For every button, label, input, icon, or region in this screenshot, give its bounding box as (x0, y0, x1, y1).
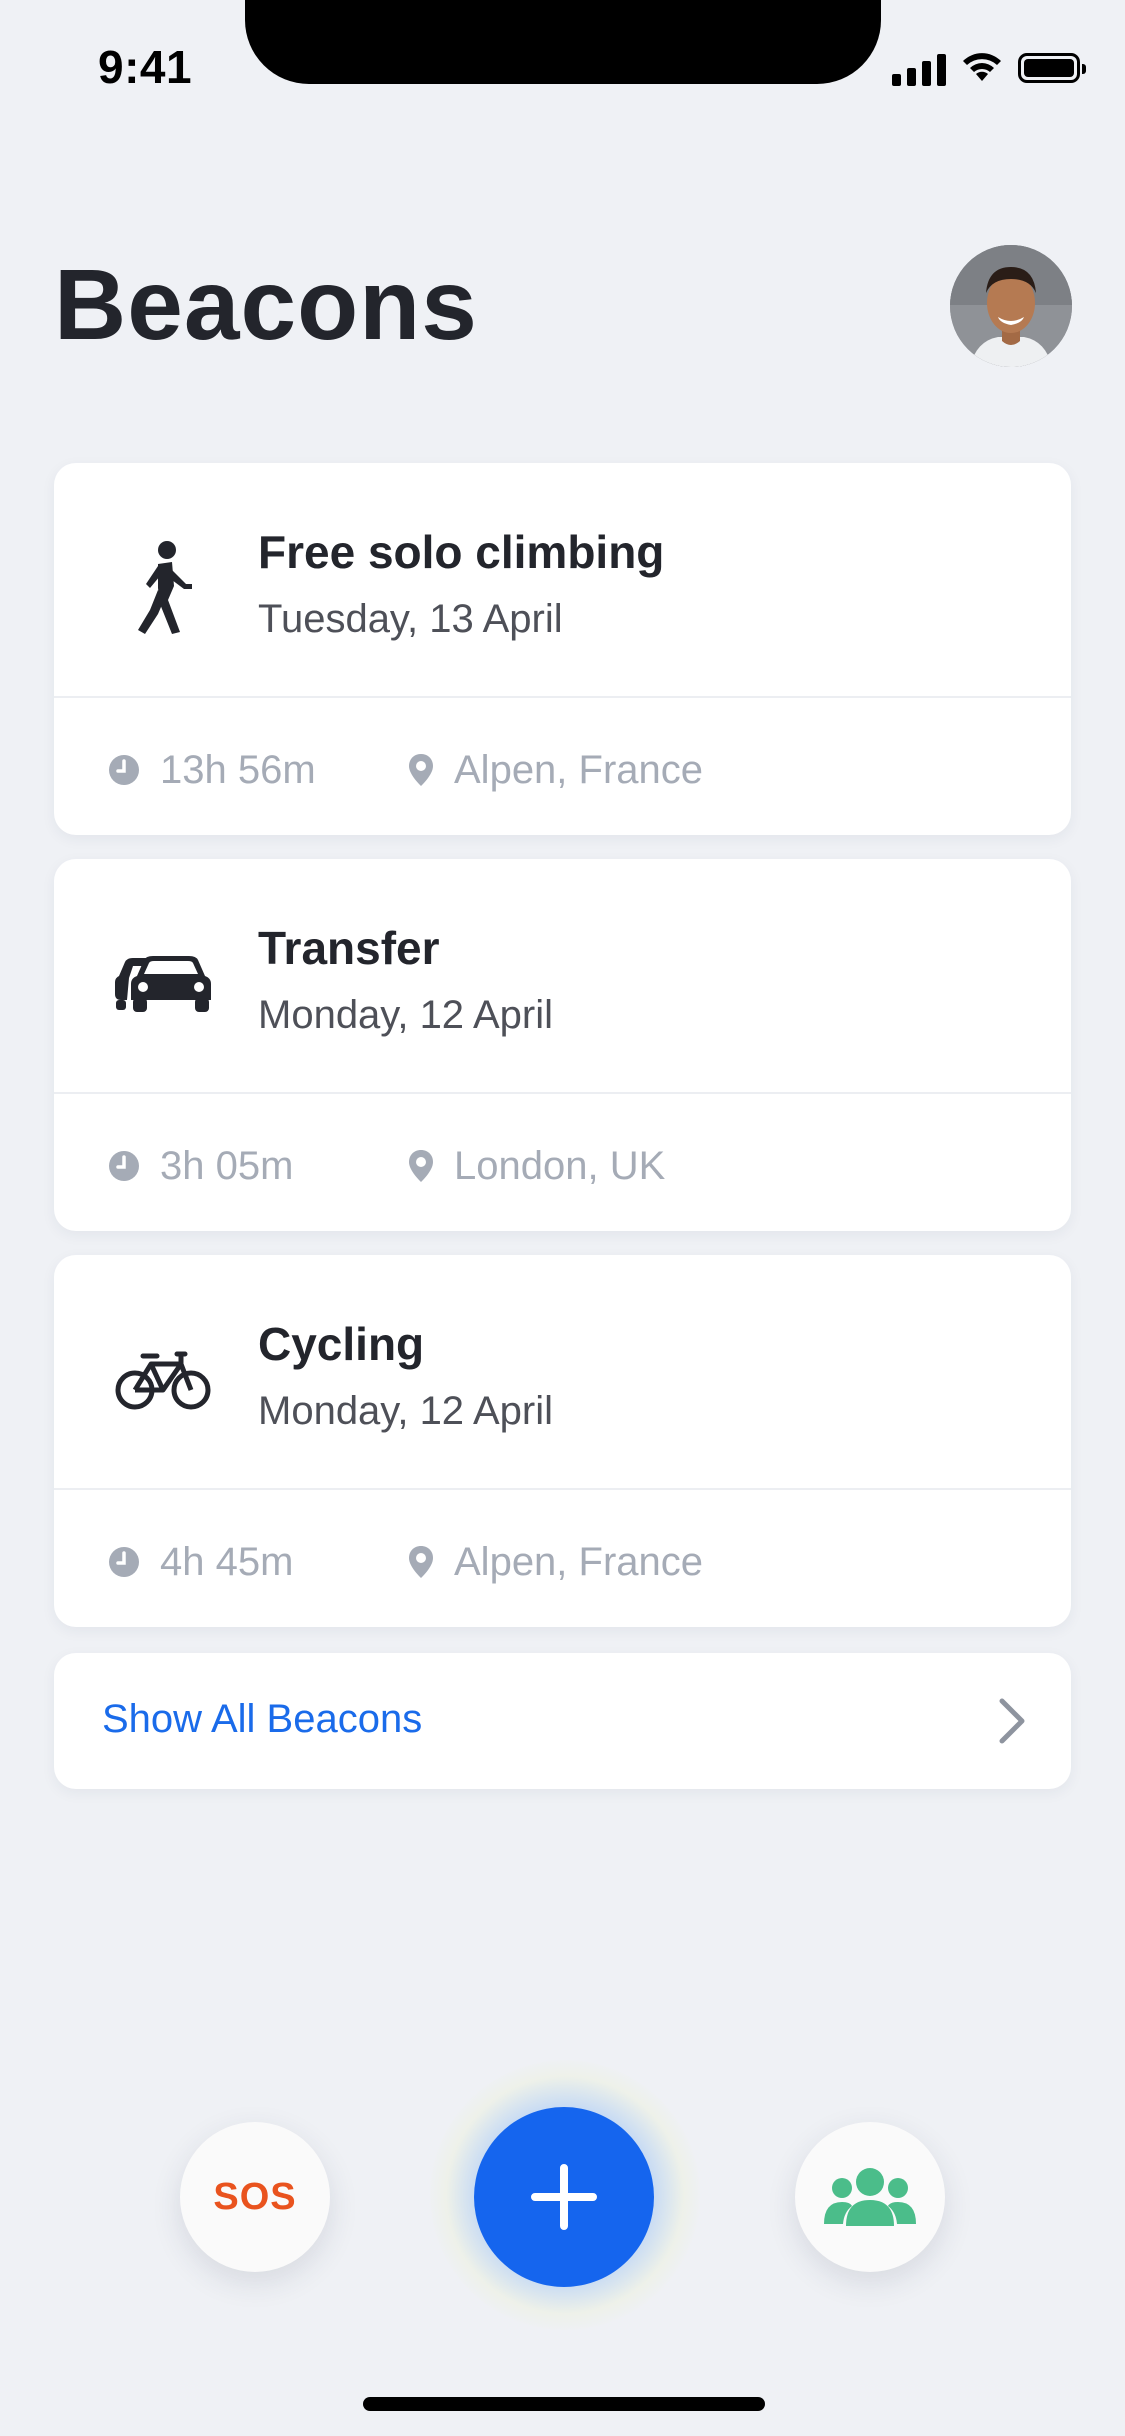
beacon-location: London, UK (454, 1143, 666, 1188)
plus-icon (531, 2164, 597, 2230)
notch (245, 0, 881, 84)
bicycle-icon (108, 1325, 218, 1435)
page-title: Beacons (54, 249, 478, 361)
beacon-date: Monday, 12 April (258, 1389, 553, 1433)
group-icon (824, 2168, 916, 2226)
beacon-duration: 3h 05m (160, 1143, 294, 1188)
beacon-title: Cycling (258, 1318, 425, 1370)
beacon-card[interactable]: Transfer Monday, 12 April 3h 05m London,… (54, 859, 1071, 1231)
show-all-label: Show All Beacons (102, 1697, 423, 1741)
clock-icon (109, 755, 139, 785)
clock-icon (109, 1547, 139, 1577)
beacon-duration: 13h 56m (160, 747, 316, 792)
avatar-photo (950, 245, 1072, 367)
add-beacon-button[interactable] (474, 2107, 654, 2287)
clock-icon (109, 1151, 139, 1181)
location-pin-icon (409, 1546, 433, 1578)
beacon-location: Alpen, France (454, 747, 704, 792)
sos-button[interactable]: SOS (180, 2122, 330, 2272)
car-icon (108, 929, 218, 1039)
beacon-card[interactable]: Free solo climbing Tuesday, 13 April 13h… (54, 463, 1071, 835)
status-bar: 9:41 (0, 0, 1125, 132)
beacon-date: Monday, 12 April (258, 993, 553, 1037)
status-icons (892, 48, 1086, 88)
wifi-icon (963, 53, 1001, 81)
status-time: 9:41 (98, 41, 193, 93)
home-indicator (363, 2397, 765, 2411)
beacon-title: Transfer (258, 922, 440, 974)
beacon-duration: 4h 45m (160, 1539, 294, 1584)
show-all-beacons-button[interactable]: Show All Beacons (54, 1653, 1071, 1789)
battery-icon (1018, 53, 1086, 83)
cellular-signal-icon (892, 50, 946, 86)
group-button[interactable] (795, 2122, 945, 2272)
location-pin-icon (409, 754, 433, 786)
beacon-location: Alpen, France (454, 1539, 704, 1584)
chevron-right-icon (999, 1698, 1025, 1744)
walking-person-icon (108, 533, 218, 643)
beacon-title: Free solo climbing (258, 526, 665, 578)
sos-label: SOS (213, 2175, 297, 2218)
location-pin-icon (409, 1150, 433, 1182)
beacon-card[interactable]: Cycling Monday, 12 April 4h 45m Alpen, F… (54, 1255, 1071, 1627)
beacon-date: Tuesday, 13 April (258, 597, 563, 641)
avatar[interactable] (950, 245, 1072, 367)
